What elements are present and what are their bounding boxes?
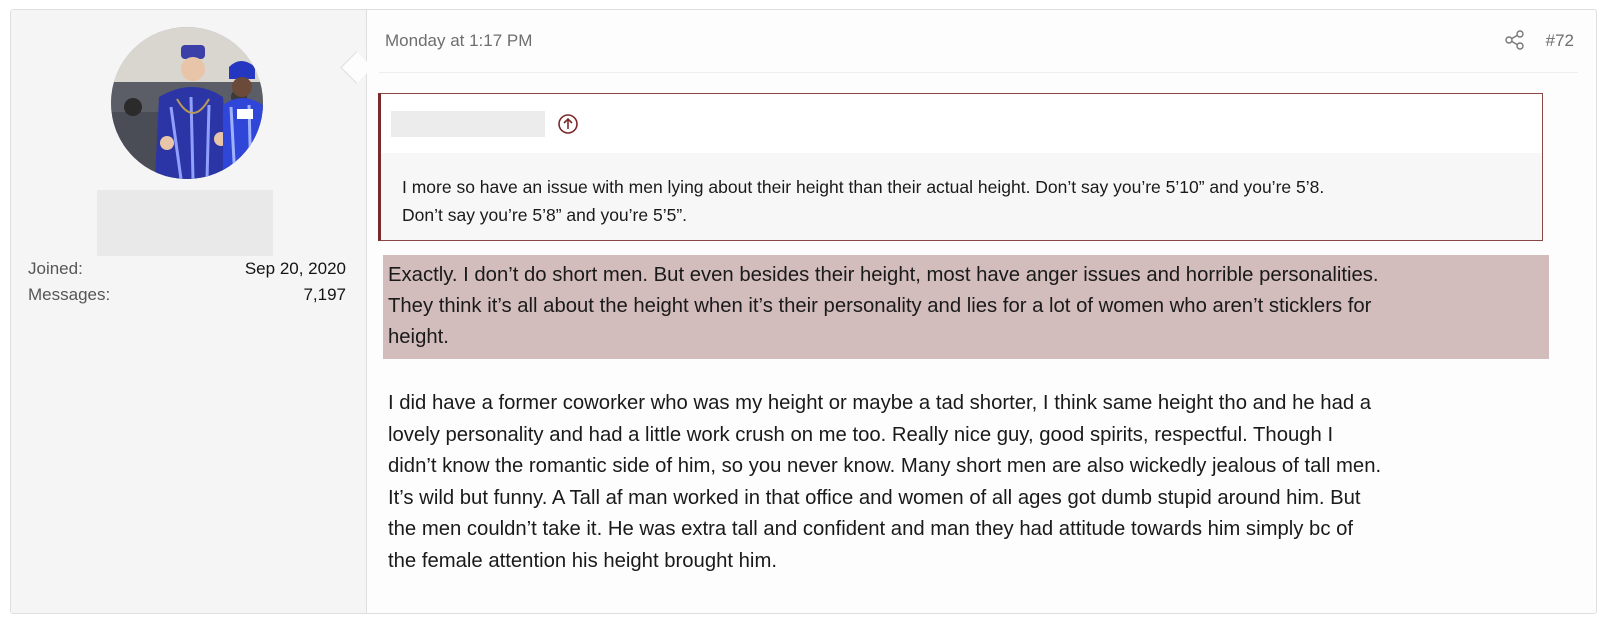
- quote-block: I more so have an issue with men lying a…: [378, 93, 1543, 241]
- avatar-photo-icon: [111, 27, 263, 179]
- quote-text: I more so have an issue with men lying a…: [402, 173, 1512, 229]
- post-number-link[interactable]: #72: [1546, 31, 1574, 51]
- body-line: didn’t know the romantic side of him, so…: [388, 455, 1382, 477]
- avatar[interactable]: [111, 27, 263, 179]
- highlight-line: They think it’s all about the height whe…: [388, 295, 1372, 317]
- arrow-up-circle-icon[interactable]: [557, 113, 579, 135]
- post-timestamp[interactable]: Monday at 1:17 PM: [385, 31, 532, 51]
- joined-row: Joined: Sep 20, 2020: [28, 259, 346, 279]
- body-line: It’s wild but funny. A Tall af man worke…: [388, 486, 1361, 509]
- quote-line: Don’t say you’re 5’8” and you’re 5’5”.: [402, 205, 688, 225]
- highlight-line: Exactly. I don’t do short men. But even …: [388, 264, 1379, 286]
- joined-value: Sep 20, 2020: [244, 259, 346, 278]
- username-redacted: [97, 190, 273, 256]
- highlighted-text-block: Exactly. I don’t do short men. But even …: [383, 255, 1549, 359]
- user-sidebar: Joined: Sep 20, 2020 Messages: 7,197: [11, 10, 367, 613]
- body-line: the female attention his height brought …: [388, 549, 777, 572]
- share-icon[interactable]: [1504, 29, 1526, 51]
- post-body-text: I did have a former coworker who was my …: [388, 388, 1553, 577]
- quote-author-redacted[interactable]: [391, 111, 545, 137]
- post-main: Monday at 1:17 PM #72 I more so have an …: [367, 10, 1596, 613]
- body-line: lovely personality and had a little work…: [388, 423, 1334, 446]
- quote-header: [381, 94, 1542, 153]
- body-line: the men couldn’t take it. He was extra t…: [388, 518, 1354, 540]
- forum-post: Joined: Sep 20, 2020 Messages: 7,197 Mon…: [10, 9, 1597, 614]
- highlight-line: height.: [388, 326, 449, 348]
- messages-row: Messages: 7,197: [28, 285, 346, 305]
- joined-label: Joined:: [28, 259, 83, 278]
- post-header: Monday at 1:17 PM #72: [379, 10, 1578, 73]
- quote-line: I more so have an issue with men lying a…: [402, 177, 1325, 197]
- quote-body: I more so have an issue with men lying a…: [381, 153, 1542, 240]
- highlighted-text: Exactly. I don’t do short men. But even …: [388, 260, 1548, 353]
- messages-value[interactable]: 7,197: [303, 285, 346, 305]
- messages-label: Messages:: [28, 285, 111, 304]
- body-line: I did have a former coworker who was my …: [388, 392, 1372, 414]
